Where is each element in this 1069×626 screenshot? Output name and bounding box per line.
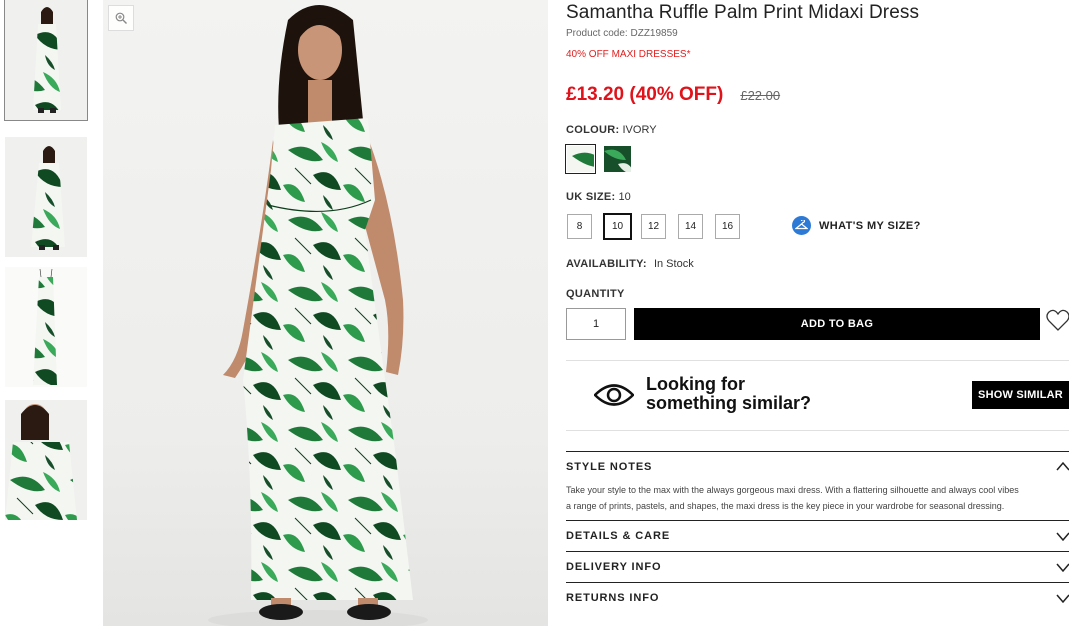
size-label: UK SIZE: [566, 191, 616, 203]
current-price: £13.20 (40% OFF) [566, 84, 724, 105]
details-care-header[interactable]: DETAILS & CARE [566, 530, 670, 542]
divider [566, 520, 1069, 521]
quantity-label-row: QUANTITY [566, 288, 625, 300]
style-notes-text: Take your style to the max with the alwa… [566, 482, 1069, 514]
size-label-row: UK SIZE: 10 [566, 191, 631, 203]
style-notes-header[interactable]: STYLE NOTES [566, 461, 652, 473]
whats-my-size-label: WHAT'S MY SIZE? [819, 219, 921, 232]
zoom-button[interactable] [108, 5, 134, 31]
style-notes-line-2: a range of prints, pastels, and shapes, … [566, 501, 1005, 511]
product-title: Samantha Ruffle Palm Print Midaxi Dress [566, 2, 920, 23]
thumbnail-2[interactable] [5, 137, 87, 257]
swatch-ivory-palm[interactable] [565, 144, 596, 174]
colour-value: IVORY [622, 124, 657, 136]
size-value: 10 [618, 191, 631, 203]
divider [566, 451, 1069, 452]
eye-icon [594, 384, 634, 406]
size-option-14[interactable]: 14 [678, 214, 703, 239]
thumbnail-4[interactable] [5, 400, 87, 520]
delivery-info-header[interactable]: DELIVERY INFO [566, 561, 661, 573]
size-option-10[interactable]: 10 [603, 213, 632, 240]
add-to-bag-button[interactable]: ADD TO BAG [634, 308, 1040, 340]
availability-label: AVAILABILITY: [566, 258, 647, 270]
style-notes-line-1: Take your style to the max with the alwa… [566, 485, 1019, 495]
price-row: £13.20 (40% OFF) £22.00 [566, 84, 780, 106]
wishlist-button[interactable] [1046, 308, 1069, 334]
swatch-green-palm[interactable] [604, 146, 631, 172]
similar-line-1: Looking for [646, 374, 745, 394]
availability-row: AVAILABILITY: In Stock [566, 258, 694, 270]
zoom-icon [115, 12, 127, 24]
show-similar-button[interactable]: SHOW SIMILAR [972, 381, 1069, 409]
size-option-12[interactable]: 12 [641, 214, 666, 239]
promo-link[interactable]: 40% OFF MAXI DRESSES* [566, 49, 690, 60]
divider [566, 430, 1069, 431]
quantity-input[interactable] [566, 308, 626, 340]
whats-my-size-link[interactable]: WHAT'S MY SIZE? [792, 216, 921, 235]
availability-value: In Stock [653, 258, 694, 270]
chevron-down-icon[interactable] [1056, 562, 1069, 572]
colour-label: COLOUR: [566, 124, 620, 136]
size-option-16[interactable]: 16 [715, 214, 740, 239]
model-photo [208, 5, 428, 626]
divider [566, 582, 1069, 583]
hanger-icon [792, 216, 811, 235]
chevron-down-icon[interactable] [1056, 593, 1069, 603]
heart-icon [1046, 309, 1069, 331]
quantity-label: QUANTITY [566, 288, 625, 300]
product-code: Product code: DZZ19859 [566, 28, 678, 39]
original-price: £22.00 [740, 88, 781, 103]
colour-label-row: COLOUR: IVORY [566, 124, 657, 136]
similar-line-2: something similar? [646, 393, 812, 413]
thumbnail-3[interactable] [5, 267, 87, 387]
chevron-down-icon[interactable] [1056, 531, 1069, 541]
divider [566, 360, 1069, 361]
size-option-8[interactable]: 8 [567, 214, 592, 239]
divider [566, 551, 1069, 552]
similar-prompt: Looking for something similar? [646, 375, 811, 413]
thumbnail-1[interactable] [4, 0, 88, 121]
chevron-up-icon[interactable] [1056, 461, 1069, 471]
returns-info-header[interactable]: RETURNS INFO [566, 592, 659, 604]
main-product-image[interactable] [103, 0, 548, 626]
